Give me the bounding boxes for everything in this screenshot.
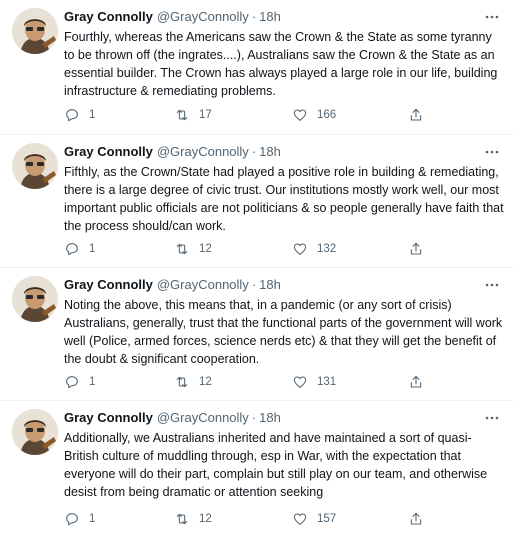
reply-button[interactable]: 1 (64, 239, 95, 259)
separator: · (251, 410, 257, 425)
timestamp[interactable]: 18h (259, 8, 281, 26)
reply-count: 1 (89, 376, 96, 388)
retweet-count: 17 (199, 109, 212, 121)
reply-count: 1 (89, 513, 96, 525)
tweet-header: Gray Connolly @GrayConnolly · 18h (64, 143, 502, 161)
share-button[interactable] (408, 372, 424, 392)
like-button[interactable]: 157 (292, 509, 336, 529)
tweet-text: Fifthly, as the Crown/State had played a… (64, 165, 504, 233)
share-icon (408, 374, 424, 390)
separator: · (251, 277, 257, 292)
like-icon (292, 374, 308, 390)
reply-button[interactable]: 1 (64, 105, 95, 125)
tweet-actions: 1 12 131 (64, 372, 424, 392)
retweet-icon (174, 107, 190, 123)
author-name[interactable]: Gray Connolly (64, 409, 153, 427)
author-handle[interactable]: @GrayConnolly (157, 276, 249, 294)
separator: · (251, 144, 257, 159)
like-count: 166 (317, 109, 337, 121)
avatar[interactable] (12, 143, 58, 189)
more-icon[interactable] (482, 8, 502, 26)
reply-icon (64, 241, 80, 257)
retweet-button[interactable]: 12 (174, 239, 212, 259)
timestamp[interactable]: 18h (259, 409, 281, 427)
tweet-feed: Gray Connolly @GrayConnolly · 18h Fourth… (0, 0, 514, 540)
tweet-text: Noting the above, this means that, in a … (64, 298, 503, 366)
timestamp[interactable]: 18h (259, 143, 281, 161)
reply-icon (64, 107, 80, 123)
tweet-text: Additionally, we Australians inherited a… (64, 431, 488, 499)
share-button[interactable] (408, 509, 424, 529)
reply-icon (64, 374, 80, 390)
avatar[interactable] (12, 8, 58, 54)
avatar[interactable] (12, 276, 58, 322)
like-count: 131 (317, 376, 337, 388)
tweet-header: Gray Connolly @GrayConnolly · 18h (64, 409, 502, 427)
retweet-button[interactable]: 12 (174, 509, 212, 529)
like-icon (292, 107, 308, 123)
share-icon (408, 107, 424, 123)
author-name[interactable]: Gray Connolly (64, 143, 153, 161)
like-count: 157 (317, 513, 337, 525)
author-name[interactable]: Gray Connolly (64, 276, 153, 294)
like-icon (292, 241, 308, 257)
avatar[interactable] (12, 409, 58, 455)
tweet[interactable]: Gray Connolly @GrayConnolly · 18h Additi… (0, 401, 514, 540)
like-count: 132 (317, 243, 337, 255)
more-icon[interactable] (482, 276, 502, 294)
retweet-button[interactable]: 12 (174, 372, 212, 392)
author-name[interactable]: Gray Connolly (64, 8, 153, 26)
like-button[interactable]: 132 (292, 239, 336, 259)
retweet-count: 12 (199, 243, 212, 255)
author-handle[interactable]: @GrayConnolly (157, 8, 249, 26)
tweet-text: Fourthly, whereas the Americans saw the … (64, 30, 498, 98)
tweet-header: Gray Connolly @GrayConnolly · 18h (64, 8, 502, 26)
retweet-button[interactable]: 17 (174, 105, 212, 125)
like-button[interactable]: 131 (292, 372, 336, 392)
reply-icon (64, 511, 80, 527)
tweet[interactable]: Gray Connolly @GrayConnolly · 18h Fifthl… (0, 135, 514, 268)
author-handle[interactable]: @GrayConnolly (157, 143, 249, 161)
more-icon[interactable] (482, 409, 502, 427)
share-icon (408, 241, 424, 257)
tweet-header: Gray Connolly @GrayConnolly · 18h (64, 276, 502, 294)
share-button[interactable] (408, 239, 424, 259)
reply-count: 1 (89, 109, 96, 121)
share-button[interactable] (408, 105, 424, 125)
timestamp[interactable]: 18h (259, 276, 281, 294)
tweet[interactable]: Gray Connolly @GrayConnolly · 18h Noting… (0, 268, 514, 401)
like-button[interactable]: 166 (292, 105, 336, 125)
retweet-count: 12 (199, 513, 212, 525)
like-icon (292, 511, 308, 527)
reply-button[interactable]: 1 (64, 509, 95, 529)
share-icon (408, 511, 424, 527)
more-icon[interactable] (482, 143, 502, 161)
tweet-actions: 1 12 132 (64, 239, 424, 259)
retweet-icon (174, 511, 190, 527)
tweet-actions: 1 17 166 (64, 105, 424, 125)
tweet[interactable]: Gray Connolly @GrayConnolly · 18h Fourth… (0, 0, 514, 135)
tweet-actions: 1 12 157 (64, 509, 424, 529)
reply-button[interactable]: 1 (64, 372, 95, 392)
retweet-icon (174, 241, 190, 257)
retweet-icon (174, 374, 190, 390)
separator: · (251, 9, 257, 24)
retweet-count: 12 (199, 376, 212, 388)
reply-count: 1 (89, 243, 96, 255)
author-handle[interactable]: @GrayConnolly (157, 409, 249, 427)
